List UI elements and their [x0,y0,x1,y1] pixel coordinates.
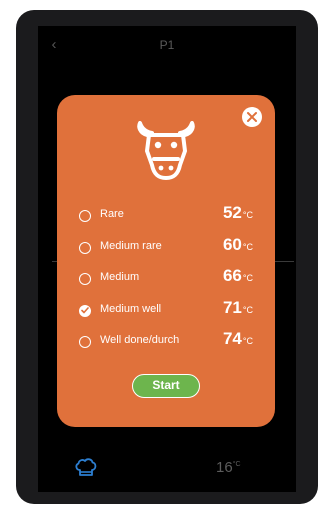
page-title: P1 [159,38,175,52]
option-temperature-value: 52 [222,203,242,222]
radio-button[interactable] [79,273,91,285]
option-temperature-unit: °C [242,241,253,252]
option-temperature-value: 66 [222,266,242,285]
bottom-bar: 16°C [38,441,296,492]
option-temperature: 52°C [223,203,253,223]
checkmark-icon [81,307,89,314]
option-label: Rare [100,208,124,220]
start-button[interactable]: Start [132,374,200,398]
option-temperature-unit: °C [242,273,253,283]
option-temperature: 71°C [223,298,253,318]
option-medium-rare[interactable]: Medium rare 60°C [57,235,275,267]
option-label: Medium [100,271,140,283]
option-well-done[interactable]: Well done/durch 74°C [57,329,275,361]
option-temperature-unit: °C [242,210,253,220]
option-rare[interactable]: Rare 52°C [57,203,275,235]
option-temperature: 74°C [223,329,253,349]
doneness-dialog: Rare 52°C Medium rare 60°C Medium 66°C M… [57,95,275,427]
chef-hat-icon[interactable] [74,457,98,479]
top-bar: ‹ P1 [38,26,296,64]
current-temperature-unit: °C [232,461,241,468]
option-label: Medium well [100,302,162,315]
close-icon [247,112,257,122]
option-temperature-unit: °C [242,304,253,315]
option-temperature: 60°C [223,235,253,255]
radio-button[interactable] [79,336,91,348]
current-temperature-value: 16 [216,459,233,476]
current-temperature: 16°C [216,459,241,476]
option-medium-well[interactable]: Medium well 71°C [57,298,275,330]
radio-button-selected[interactable] [79,304,91,317]
close-button[interactable] [242,107,262,127]
radio-button[interactable] [79,210,91,222]
option-medium[interactable]: Medium 66°C [57,266,275,298]
option-temperature-unit: °C [242,336,253,346]
option-label: Medium rare [100,239,162,252]
option-label: Well done/durch [100,334,180,346]
option-temperature: 66°C [223,266,253,286]
background-divider-right [274,261,294,262]
option-temperature-value: 74 [222,329,242,348]
cow-icon [137,121,195,180]
option-temperature-value: 71 [222,297,242,317]
doneness-options: Rare 52°C Medium rare 60°C Medium 66°C M… [57,203,275,361]
option-temperature-value: 60 [222,234,242,254]
radio-button[interactable] [79,241,91,254]
